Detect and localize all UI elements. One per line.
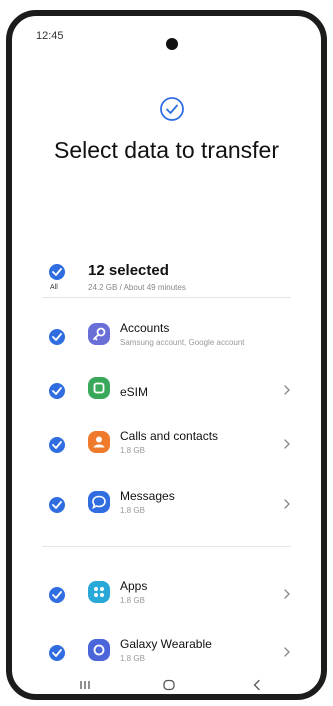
item-label: Calls and contacts [120, 429, 219, 443]
item-checkbox[interactable] [49, 437, 65, 453]
item-label: eSIM [120, 385, 149, 399]
item-sub: 1.8 GB [120, 446, 145, 455]
item-checkbox[interactable] [49, 329, 65, 345]
home-icon[interactable] [162, 678, 176, 692]
phone-frame: 12:45 Select data to transfer All 12 sel… [6, 10, 327, 700]
select-all-row[interactable]: All 12 selected 24.2 GB / About 49 minut… [12, 258, 321, 308]
list-item-apps[interactable]: Apps 1.8 GB [12, 572, 321, 618]
chevron-right-icon [284, 589, 290, 599]
selected-count: 12 selected [88, 262, 169, 279]
item-checkbox[interactable] [49, 587, 65, 603]
item-label: Messages [120, 489, 175, 503]
selected-size: 24.2 GB / About 49 minutes [88, 283, 186, 292]
list-item-messages[interactable]: Messages 1.8 GB [12, 482, 321, 528]
select-all-label: All [50, 284, 58, 291]
status-time: 12:45 [36, 30, 64, 42]
apps-icon [88, 581, 110, 603]
chevron-right-icon [284, 499, 290, 509]
contact-icon [88, 431, 110, 453]
divider [42, 546, 291, 547]
list-item-esim[interactable]: eSIM [12, 368, 321, 414]
message-icon [88, 491, 110, 513]
item-sub: 1.8 GB [120, 596, 145, 605]
item-sub: 1.8 GB [120, 506, 145, 515]
list-item-galaxy-wearable[interactable]: Galaxy Wearable 1.8 GB [12, 630, 321, 676]
camera-cutout [166, 38, 178, 50]
item-checkbox[interactable] [49, 497, 65, 513]
chevron-right-icon [284, 647, 290, 657]
item-sub: 1.8 GB [120, 654, 145, 663]
item-label: Galaxy Wearable [120, 637, 212, 651]
navigation-bar [12, 678, 321, 694]
watch-icon [88, 639, 110, 661]
check-circle-icon [160, 97, 184, 121]
chevron-right-icon [284, 439, 290, 449]
list-item-accounts[interactable]: Accounts Samsung account, Google account [12, 314, 321, 360]
list-item-calls-contacts[interactable]: Calls and contacts 1.8 GB [12, 422, 321, 468]
page-title: Select data to transfer [53, 137, 279, 163]
divider [42, 297, 291, 298]
sim-icon [88, 377, 110, 399]
chevron-right-icon [284, 385, 290, 395]
key-icon [88, 323, 110, 345]
recent-apps-icon[interactable] [78, 678, 92, 692]
item-label: Apps [120, 579, 148, 593]
item-checkbox[interactable] [49, 645, 65, 661]
item-checkbox[interactable] [49, 383, 65, 399]
item-label: Accounts [120, 321, 170, 335]
item-sub: Samsung account, Google account [120, 338, 245, 347]
back-icon[interactable] [250, 678, 264, 692]
select-all-checkbox[interactable] [49, 264, 65, 280]
